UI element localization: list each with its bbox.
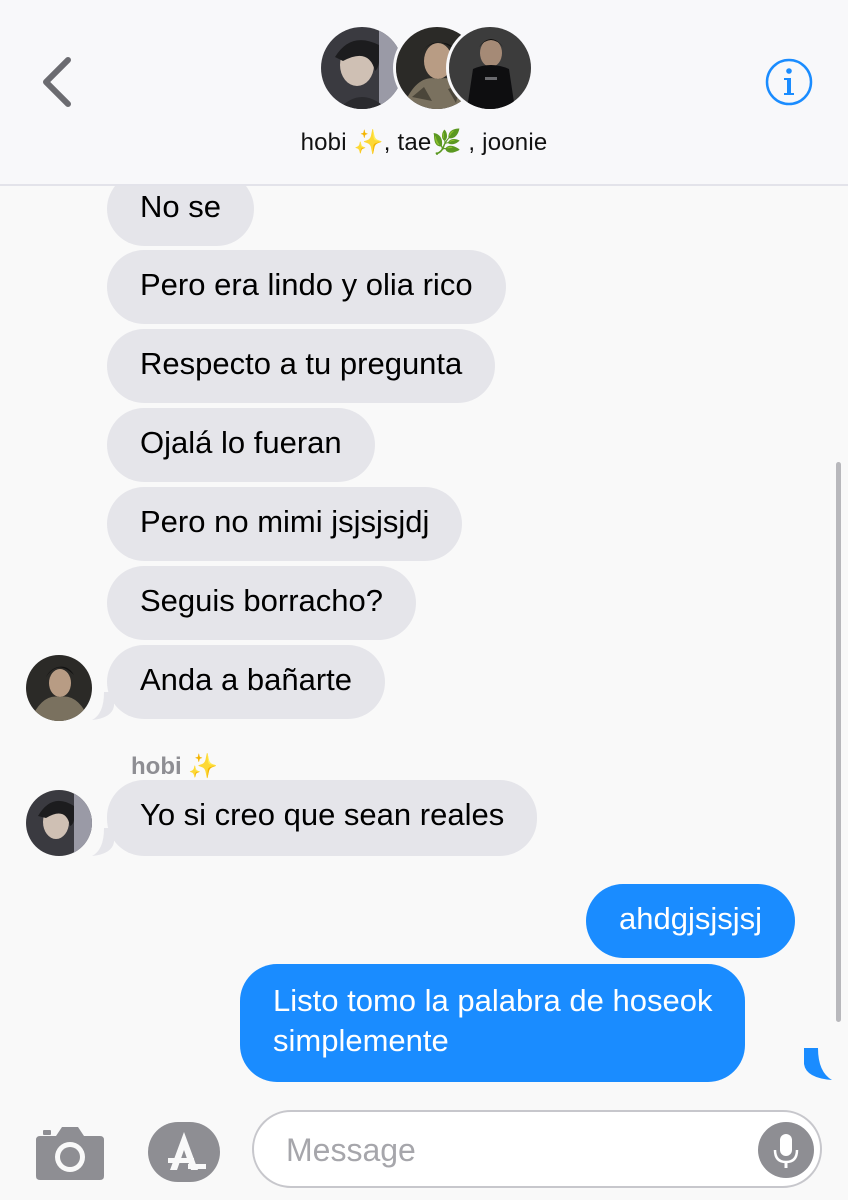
avatar-joonie xyxy=(446,24,534,112)
title-name-joonie: joonie xyxy=(482,129,548,156)
herb-icon: 🌿 xyxy=(431,128,462,156)
message-bubble-outgoing[interactable]: Listo tomo la palabra de hoseok simpleme… xyxy=(240,964,746,1082)
title-name-hobi: hobi xyxy=(300,129,347,156)
title-separator: , xyxy=(383,129,398,156)
message-bubble[interactable]: Respecto a tu pregunta xyxy=(107,329,496,403)
message-bubble[interactable]: Anda a bañarte xyxy=(107,645,386,719)
bubble-tail xyxy=(804,1048,832,1080)
conversation-header: hobi ✨, tae🌿 , joonie xyxy=(0,0,848,186)
group-avatars[interactable] xyxy=(318,24,534,114)
sender-name-text: hobi xyxy=(131,753,182,780)
message-thread[interactable]: No se Pero era lindo y olia rico Respect… xyxy=(0,186,848,1100)
message-input[interactable] xyxy=(284,1126,728,1174)
info-icon xyxy=(765,58,813,106)
sender-avatar-hobi[interactable] xyxy=(26,790,92,856)
title-name-tae: tae xyxy=(397,129,432,156)
message-bubble[interactable]: No se xyxy=(107,186,254,246)
message-bubble-outgoing[interactable]: ahdgjsjsjsj xyxy=(586,884,796,958)
message-line: Listo tomo la palabra de hoseok xyxy=(273,983,713,1018)
message-field[interactable] xyxy=(252,1110,822,1188)
conversation-title[interactable]: hobi ✨, tae🌿 , joonie xyxy=(0,128,848,157)
message-bubble[interactable]: Ojalá lo fueran xyxy=(107,408,375,482)
message-bubble[interactable]: Seguis borracho? xyxy=(107,566,416,640)
message-bubble[interactable]: Pero no mimi jsjsjsjdj xyxy=(107,487,463,561)
microphone-icon xyxy=(773,1134,799,1168)
title-separator: , xyxy=(461,129,483,156)
bubble-tail xyxy=(92,828,114,856)
sparkles-icon: ✨ xyxy=(353,128,384,156)
apps-button[interactable] xyxy=(146,1120,222,1184)
sparkles-icon: ✨ xyxy=(188,753,219,780)
scrollbar[interactable] xyxy=(836,462,841,1022)
camera-button[interactable] xyxy=(34,1122,106,1182)
bubble-tail xyxy=(92,692,114,720)
camera-icon xyxy=(36,1127,104,1180)
message-bubble[interactable]: Pero era lindo y olia rico xyxy=(107,250,506,324)
app-store-icon xyxy=(148,1122,220,1182)
back-button[interactable] xyxy=(36,52,76,112)
message-bubble[interactable]: Yo si creo que sean reales xyxy=(107,780,538,856)
sender-avatar-tae[interactable] xyxy=(26,655,92,721)
details-button[interactable] xyxy=(764,57,814,107)
chevron-left-icon xyxy=(43,57,71,107)
voice-button[interactable] xyxy=(758,1122,814,1178)
message-line: simplemente xyxy=(273,1023,449,1058)
sender-name: hobi ✨ xyxy=(131,752,218,781)
